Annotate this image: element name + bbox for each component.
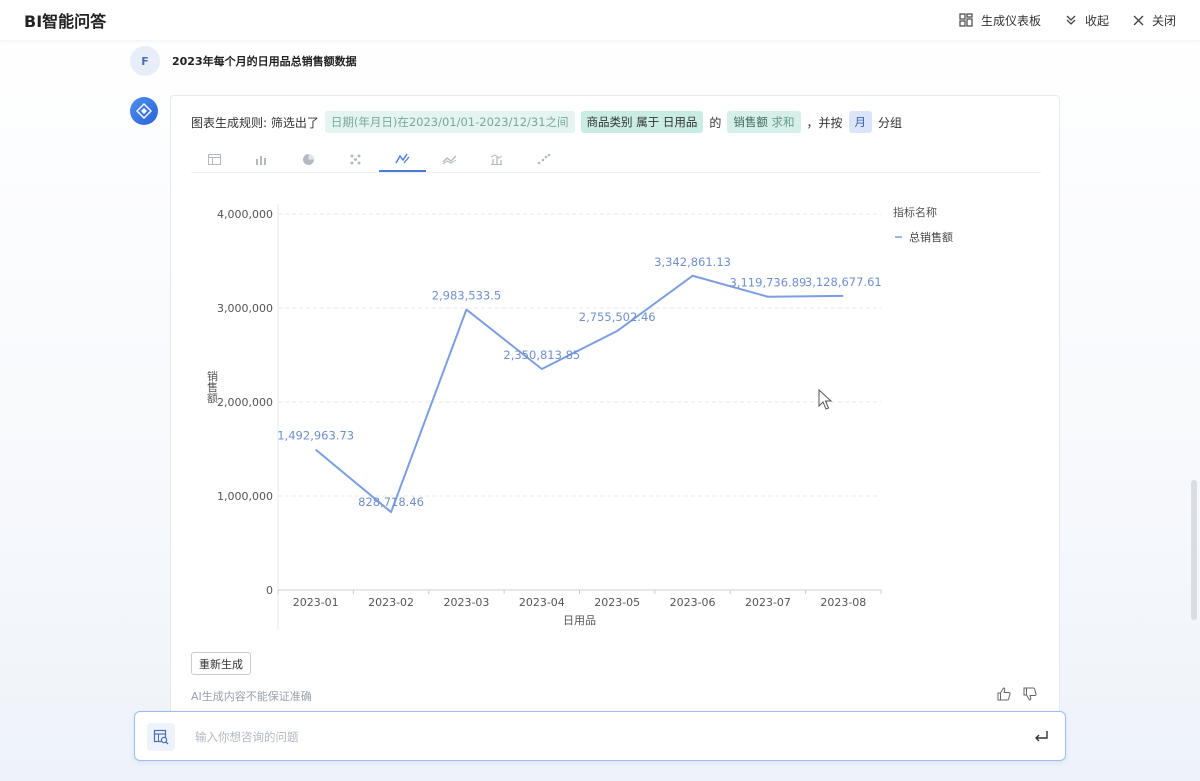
- measure-name: 销售额: [733, 115, 768, 129]
- x-axis-title: 日用品: [563, 614, 596, 627]
- x-tick-label: 2023-08: [820, 596, 866, 609]
- generate-dashboard-label: 生成仪表板: [980, 13, 1041, 28]
- collapse-button[interactable]: 收起: [1065, 12, 1109, 29]
- close-icon: [1133, 15, 1144, 26]
- user-question: 2023年每个月的日用品总销售额数据: [172, 55, 357, 68]
- data-label: 3,119,736.89: [730, 276, 807, 290]
- data-label: 1,492,963.73: [277, 429, 354, 443]
- scatter-grid-icon: [350, 154, 361, 164]
- question-input-bar: [134, 711, 1066, 761]
- data-label: 2,350,813.85: [503, 348, 580, 362]
- tab-scatter-grid[interactable]: [332, 146, 379, 172]
- bar-chart-icon: [256, 155, 266, 165]
- dashboard-icon: [959, 13, 973, 27]
- close-button[interactable]: 关闭: [1133, 12, 1176, 29]
- data-label: 3,342,861.13: [654, 255, 731, 269]
- rule-word-group: 分组: [878, 115, 903, 130]
- x-tick-label: 2023-07: [745, 596, 791, 609]
- user-message-row: F 2023年每个月的日用品总销售额数据: [130, 46, 357, 76]
- chevron-double-down-icon: [1065, 14, 1077, 26]
- data-source-button[interactable]: [147, 723, 175, 751]
- tab-table[interactable]: [191, 146, 238, 172]
- dot-chart-icon: [537, 153, 550, 165]
- send-enter-icon[interactable]: [1034, 729, 1049, 748]
- tab-dot-chart[interactable]: [520, 146, 567, 172]
- collapse-label: 收起: [1084, 13, 1109, 28]
- app-title: BI智能问答: [24, 12, 107, 31]
- top-header: BI智能问答 生成仪表板 收起 关闭: [0, 0, 1200, 40]
- x-tick-label: 2023-01: [293, 596, 339, 609]
- table-search-icon: [153, 729, 169, 745]
- chart-rule-line: 图表生成规则: 筛选出了 日期(年月日)在2023/01/01-2023/12/…: [191, 111, 902, 133]
- x-tick-label: 2023-03: [443, 596, 489, 609]
- legend-item-label: 总销售额: [909, 230, 953, 244]
- answer-card: 图表生成规则: 筛选出了 日期(年月日)在2023/01/01-2023/12/…: [170, 95, 1060, 735]
- chart-type-tabs: [191, 146, 1041, 173]
- y-tick-label: 3,000,000: [217, 302, 273, 315]
- regenerate-button[interactable]: 重新生成: [191, 652, 251, 675]
- data-label: 2,983,533.5: [432, 289, 502, 303]
- data-label: 2,755,502.46: [579, 310, 656, 324]
- x-tick-label: 2023-02: [368, 596, 414, 609]
- chart-legend[interactable]: 指标名称总销售额: [893, 205, 953, 244]
- rule-prefix: 图表生成规则: 筛选出了: [191, 115, 319, 130]
- category-filter-chip: 商品类别 属于 日用品: [580, 111, 704, 133]
- y-tick-label: 0: [266, 584, 273, 597]
- measure-chip: 销售额 求和: [727, 111, 801, 133]
- group-by-month-chip: 月: [848, 111, 873, 133]
- y-tick-label: 1,000,000: [217, 490, 273, 503]
- header-actions: 生成仪表板 收起 关闭: [959, 12, 1176, 29]
- tab-bar-chart[interactable]: [238, 146, 285, 172]
- x-tick-label: 2023-05: [594, 596, 640, 609]
- ai-disclaimer: AI生成内容不能保证准确: [191, 690, 312, 703]
- bot-logo-icon: [136, 103, 152, 119]
- data-label: 828,718.46: [358, 495, 424, 509]
- tab-area-chart[interactable]: [426, 146, 473, 172]
- question-input[interactable]: [195, 725, 975, 749]
- thumbs-down-icon[interactable]: [1023, 686, 1037, 705]
- date-filter-chip: 日期(年月日)在2023/01/01-2023/12/31之间: [324, 111, 575, 133]
- area-chart-icon: [442, 155, 457, 164]
- bot-avatar: [130, 97, 158, 125]
- tab-combo-chart[interactable]: [473, 146, 520, 172]
- page-scrollbar[interactable]: [1190, 40, 1198, 740]
- measure-agg: 求和: [771, 115, 795, 129]
- rule-word-group-by: ，并按: [806, 115, 843, 130]
- x-tick-label: 2023-04: [519, 596, 565, 609]
- scrollbar-thumb[interactable]: [1191, 480, 1197, 620]
- pie-chart-icon: [303, 153, 314, 165]
- combo-chart-icon: [490, 153, 503, 165]
- x-tick-label: 2023-06: [670, 596, 716, 609]
- y-tick-label: 2,000,000: [217, 396, 273, 409]
- y-axis-title: 销售额: [206, 369, 219, 404]
- tab-line-chart[interactable]: [379, 146, 426, 172]
- data-label: 3,128,677.61: [805, 275, 882, 289]
- rule-word-of: 的: [709, 115, 722, 130]
- chart-axes: 0 1,000,000 2,000,000 3,000,000 4,000,000 202…: [206, 204, 882, 630]
- line-chart: 0 1,000,000 2,000,000 3,000,000 4,000,000 202…: [206, 204, 953, 630]
- generate-dashboard-button[interactable]: 生成仪表板: [959, 12, 1041, 29]
- feedback-buttons: [997, 686, 1037, 705]
- tab-pie-chart[interactable]: [285, 146, 332, 172]
- mouse-cursor-icon: [818, 389, 833, 410]
- user-avatar: F: [130, 46, 160, 76]
- legend-title: 指标名称: [893, 205, 937, 219]
- table-icon: [208, 153, 221, 165]
- line-chart-icon: [395, 153, 410, 163]
- thumbs-up-icon[interactable]: [997, 686, 1011, 705]
- chart-data-labels: 1,492,963.73 828,718.46 2,983,533.5 2,350,8…: [277, 255, 881, 509]
- close-label: 关闭: [1151, 13, 1176, 28]
- y-tick-label: 4,000,000: [217, 208, 273, 221]
